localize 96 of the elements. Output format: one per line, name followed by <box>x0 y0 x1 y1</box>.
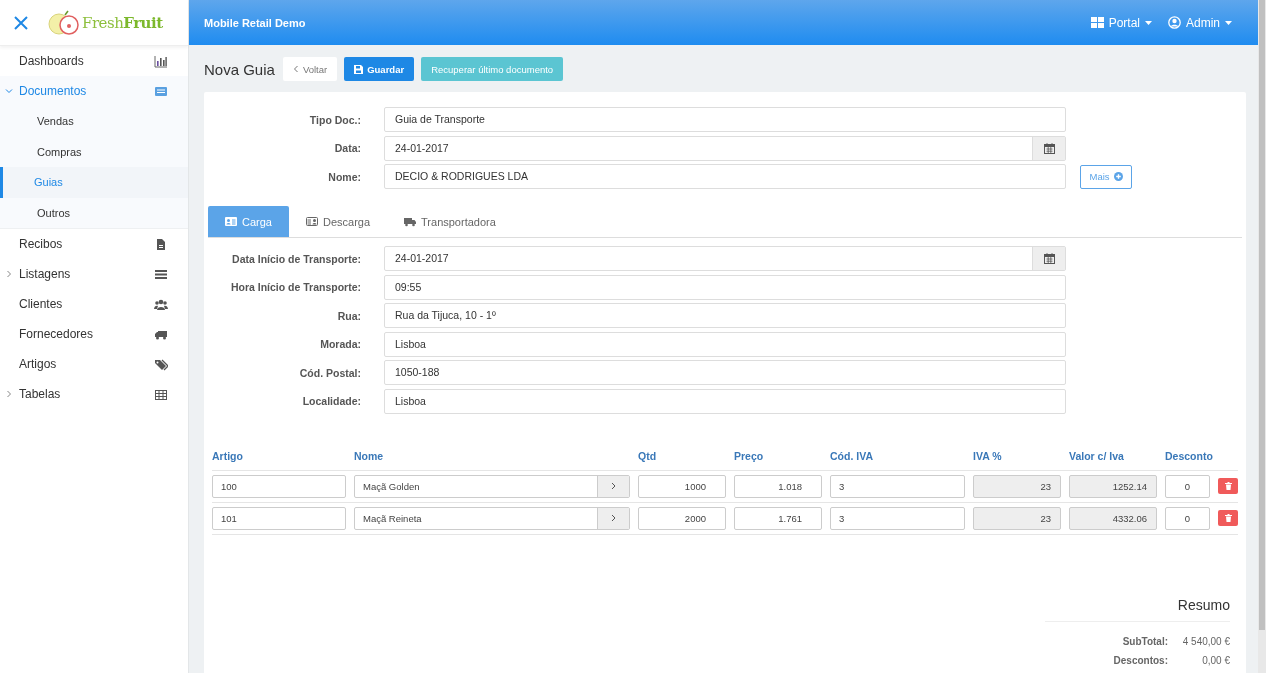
date-field[interactable]: 24-01-2017 <box>384 135 1066 161</box>
sidebar-item[interactable]: Fornecedores <box>0 319 188 349</box>
chevron-right-icon <box>611 482 616 490</box>
sidebar-item[interactable]: Listagens <box>0 259 188 289</box>
input-field[interactable]: 3 <box>830 506 965 530</box>
sidebar-item[interactable]: Guias <box>0 167 188 198</box>
column-header: Preço <box>734 449 765 462</box>
sidebar-item[interactable]: Vendas <box>0 106 188 137</box>
sidebar-item[interactable]: Compras <box>0 136 188 167</box>
column-header: Valor c/ Iva <box>1069 449 1125 462</box>
back-button[interactable]: Voltar <box>282 57 338 81</box>
sidebar-item[interactable]: Documentos <box>0 76 188 106</box>
field-label: Hora Início de Transporte: <box>229 281 361 293</box>
delete-button[interactable] <box>1218 510 1238 526</box>
bar-chart-icon <box>154 54 168 68</box>
input-field[interactable]: 101 <box>212 506 346 530</box>
sidebar-item[interactable]: Tabelas <box>0 379 188 409</box>
list-icon <box>154 267 168 281</box>
sidebar-item[interactable]: Artigos <box>0 349 188 379</box>
save-button[interactable]: Guardar <box>344 57 415 81</box>
sidebar-item[interactable]: Dashboards <box>0 46 188 76</box>
input-field[interactable]: Lisboa <box>384 331 1066 357</box>
truck-icon <box>404 216 417 227</box>
grid-icon <box>1090 16 1104 29</box>
id-card-icon <box>305 216 318 227</box>
trash-icon <box>1224 482 1232 490</box>
delete-button[interactable] <box>1218 478 1238 494</box>
column-header: Nome <box>354 449 385 462</box>
summary-title: Resumo <box>1045 596 1230 622</box>
column-header: IVA % <box>973 449 1003 462</box>
column-header: Artigo <box>212 449 244 462</box>
chevron-right-icon <box>5 390 13 398</box>
readonly-field: 23 <box>973 506 1061 530</box>
chevron-down-icon <box>5 87 13 95</box>
trash-icon <box>1224 514 1232 522</box>
scrollbar[interactable] <box>1258 0 1266 673</box>
field-label: Tipo Doc.: <box>308 113 361 126</box>
input-field[interactable]: Rua da Tijuca, 10 - 1º <box>384 303 1066 328</box>
field-label: Rua: <box>336 309 361 322</box>
logo: FreshFruit <box>82 13 163 32</box>
input-field[interactable]: 1.761 <box>734 506 822 530</box>
field-label: Data: <box>333 142 361 154</box>
tags-icon <box>154 357 168 371</box>
readonly-field: 23 <box>973 474 1061 498</box>
summary-value: 4 540,00 € <box>1181 635 1230 649</box>
input-field[interactable]: 0 <box>1165 474 1210 498</box>
chevron-left-icon <box>292 65 299 73</box>
calendar-icon <box>1043 253 1055 264</box>
summary-label: Descontos: <box>1113 654 1168 668</box>
input-field[interactable]: 3 <box>830 474 965 498</box>
table-icon <box>154 387 168 401</box>
readonly-field: 1252.14 <box>1069 474 1157 498</box>
sidebar-item[interactable]: Outros <box>0 197 188 228</box>
date-field[interactable]: 24-01-2017 <box>384 246 1066 271</box>
caret-icon <box>1145 20 1152 25</box>
calendar-icon <box>1043 142 1055 154</box>
input-field[interactable]: 09:55 <box>384 274 1066 300</box>
field-label: Cód. Postal: <box>298 366 361 379</box>
sidebar-item[interactable]: Clientes <box>0 289 188 319</box>
plus-circle-icon <box>1113 172 1123 181</box>
user-icon <box>1168 16 1181 29</box>
page-title: Nova Guia <box>204 60 275 78</box>
input-field[interactable]: 0 <box>1165 506 1210 530</box>
column-header: Cód. IVA <box>830 449 874 462</box>
field-label: Data Início de Transporte: <box>231 252 361 265</box>
field-label: Nome: <box>327 170 361 183</box>
chevron-right-icon <box>5 270 13 278</box>
input-field[interactable]: Guia de Transporte <box>384 107 1066 132</box>
summary-value: 0,00 € <box>1201 654 1230 668</box>
document-icon <box>154 237 168 251</box>
input-field[interactable]: DECIO & RODRIGUES LDA <box>384 164 1066 189</box>
input-field[interactable]: 1050-188 <box>384 360 1066 385</box>
tab[interactable]: Descarga <box>288 206 388 237</box>
sidebar-item[interactable]: Recibos <box>0 229 188 259</box>
close-icon <box>13 14 29 31</box>
caret-icon <box>1225 20 1232 25</box>
field-label: Localidade: <box>301 395 361 407</box>
input-field[interactable]: 1.018 <box>734 474 822 498</box>
input-field[interactable]: 100 <box>212 474 346 498</box>
chevron-right-icon <box>611 514 616 522</box>
apple-icon <box>47 9 81 36</box>
input-field[interactable]: 2000 <box>638 506 726 530</box>
input-field[interactable]: Lisboa <box>384 388 1066 414</box>
column-header: Qtd <box>638 449 658 462</box>
column-header: Desconto <box>1165 449 1214 462</box>
product-field[interactable]: Maçã Reineta <box>354 506 630 530</box>
tab[interactable]: Transportadora <box>387 206 513 237</box>
readonly-field: 4332.06 <box>1069 506 1157 530</box>
product-field[interactable]: Maçã Golden <box>354 474 630 498</box>
app-title: Mobile Retail Demo <box>204 16 307 29</box>
summary-label: SubTotal: <box>1122 635 1168 649</box>
field-label: Morada: <box>319 338 361 350</box>
users-icon <box>154 297 168 311</box>
id-card-icon <box>225 216 237 227</box>
card-icon <box>154 84 168 98</box>
input-field[interactable]: 1000 <box>638 474 726 498</box>
